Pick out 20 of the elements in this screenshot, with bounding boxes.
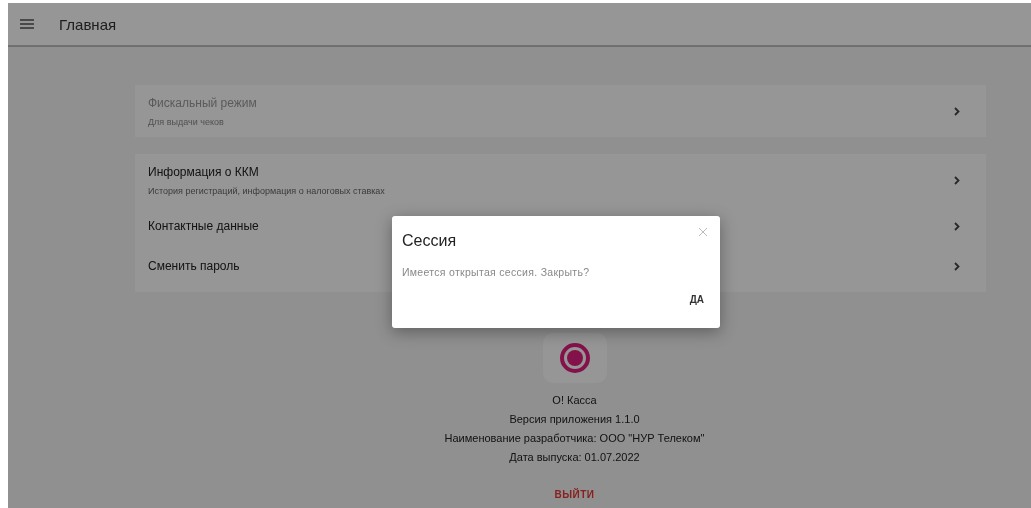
menu-item[interactable]: Информация о ККМ <box>148 164 259 179</box>
confirm-button[interactable]: ДА <box>685 288 708 311</box>
chevron-right-icon <box>954 261 960 271</box>
release-date-text: Дата выпуска: 01.07.2022 <box>509 450 640 465</box>
menu-item[interactable]: Сменить пароль <box>148 259 240 273</box>
dialog-title: Сессия <box>402 232 458 250</box>
menu-icon[interactable] <box>20 19 34 29</box>
version-text: Версия приложения 1.1.0 <box>509 412 640 427</box>
close-icon[interactable] <box>698 227 708 237</box>
dialog-message: Имеется открытая сессия. Закрыть? <box>402 266 591 278</box>
item-subtitle: Для выдачи чеков <box>148 116 224 127</box>
item-subtitle: История регистраций, информация о налоговых ставках <box>148 185 385 196</box>
chevron-right-icon <box>954 106 960 116</box>
app-name: O! Касса <box>552 393 597 408</box>
app-logo <box>542 333 607 383</box>
developer-text: Наименование разработчика: ООО "НУР Телеком" <box>444 431 705 446</box>
menu-item[interactable]: Контактные данные <box>148 219 259 233</box>
chevron-right-icon <box>954 221 960 231</box>
chevron-right-icon <box>954 175 960 185</box>
page-title: Главная <box>59 15 117 33</box>
